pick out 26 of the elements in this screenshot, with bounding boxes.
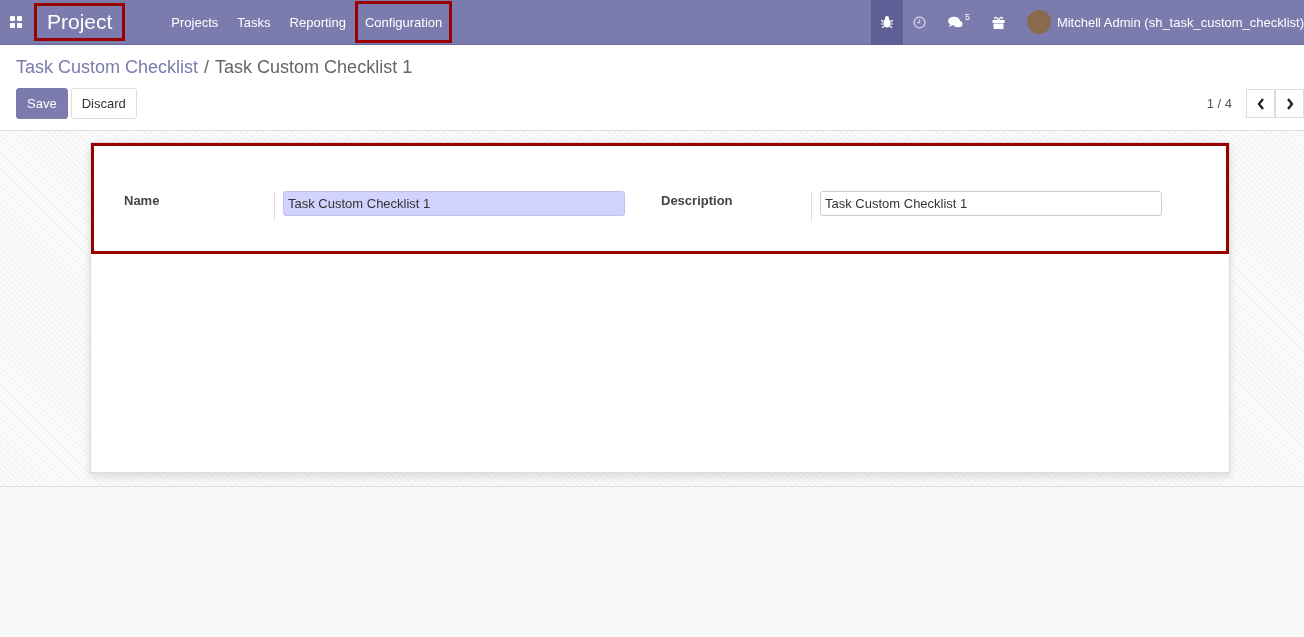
app-title[interactable]: Project [34,3,126,41]
message-count: 5 [964,12,970,22]
menu-item[interactable]: Projects [161,1,229,43]
text-field[interactable]: Task Custom Checklist 1 [283,191,625,216]
bug-icon[interactable] [870,0,903,45]
menu-item[interactable]: Configuration [354,1,453,43]
apps-menu-icon[interactable] [10,16,22,28]
user-menu[interactable]: Mitchell Admin (sh_task_custom_checklist) [1056,14,1304,30]
gift-icon[interactable] [991,15,1005,29]
breadcrumb-current: Task Custom Checklist 1 [215,57,413,78]
previous-button[interactable] [1246,89,1275,118]
chevron-left-icon [1256,97,1265,110]
breadcrumb-separator: / [204,57,210,78]
chevron-right-icon [1285,97,1294,110]
save-button[interactable]: Save [16,88,68,119]
chat-icon[interactable] [947,15,963,29]
menu-item[interactable]: Reporting [279,1,356,43]
next-button[interactable] [1275,89,1304,118]
discard-button[interactable]: Discard [70,88,137,119]
clock-icon[interactable] [912,15,926,29]
breadcrumb-link[interactable]: Task Custom Checklist [16,57,199,78]
text-field[interactable]: Task Custom Checklist 1 [820,191,1162,216]
menu-item[interactable]: Tasks [227,1,281,43]
pager-counter: 1 / 4 [1206,96,1232,111]
field-label: Name [124,193,161,208]
field-label: Description [661,193,734,208]
